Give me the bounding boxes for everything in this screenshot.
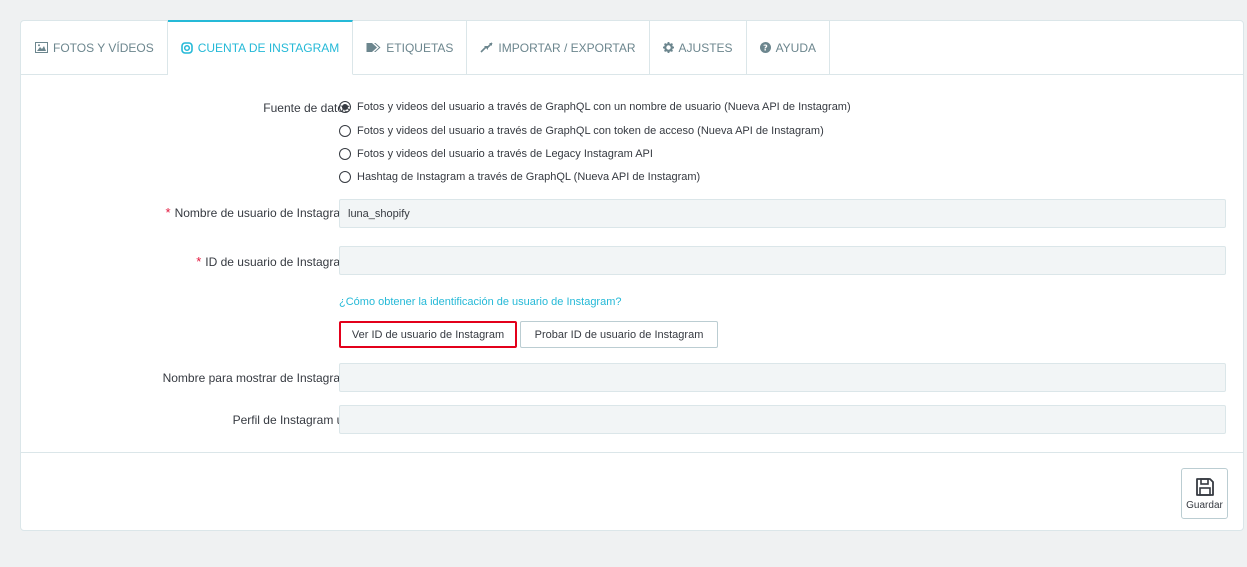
tab-instagram-account[interactable]: CUENTA DE INSTAGRAM [167,20,354,75]
tab-label: FOTOS Y VÍDEOS [53,40,154,55]
instagram-account-form: Fuente de datos Fotos y videos del usuar… [21,75,1243,453]
user-id-help-link[interactable]: ¿Cómo obtener la identificación de usuar… [339,296,622,308]
radio-button[interactable] [339,148,351,160]
radio-button[interactable] [339,101,351,113]
required-mark: * [196,254,202,269]
tag-icon [366,42,381,53]
data-source-option-graphql-token[interactable]: Fotos y videos del usuario a través de G… [339,125,824,137]
tab-tags[interactable]: ETIQUETAS [353,21,468,74]
username-label: * Nombre de usuario de Instagram [165,205,351,220]
profile-url-label: Perfil de Instagram url [232,413,350,427]
tab-label: AYUDA [775,40,817,55]
radio-button[interactable] [339,125,351,137]
radio-button[interactable] [339,171,351,183]
user-id-input[interactable] [339,246,1226,275]
test-user-id-button[interactable]: Probar ID de usuario de Instagram [520,321,718,348]
floppy-disk-icon [1195,477,1215,497]
tab-label: CUENTA DE INSTAGRAM [197,41,340,55]
instagram-icon [180,42,193,54]
svg-text:?: ? [763,44,768,53]
panel-footer: Guardar [21,452,1243,531]
tab-label: ETIQUETAS [386,40,454,55]
user-id-label: * ID de usuario de Instagram [196,254,350,269]
display-name-label: Nombre para mostrar de Instagram [162,371,350,385]
data-source-label: Fuente de datos [263,101,350,115]
tab-settings[interactable]: AJUSTES [650,21,747,74]
tab-help[interactable]: ? AYUDA [747,21,831,74]
gear-icon [662,42,674,53]
data-source-option-legacy-api[interactable]: Fotos y videos del usuario a través de L… [339,148,653,160]
view-user-id-button[interactable]: Ver ID de usuario de Instagram [339,321,517,348]
save-button-label: Guardar [1186,499,1223,511]
tab-bar: FOTOS Y VÍDEOS CUENTA DE INSTAGRAM ETIQU… [21,20,1243,75]
tab-photos-videos[interactable]: FOTOS Y VÍDEOS [21,21,168,74]
data-source-option-graphql-username[interactable]: Fotos y videos del usuario a través de G… [339,101,851,113]
tab-label: AJUSTES [678,40,733,55]
tab-label: IMPORTAR / EXPORTAR [498,40,636,55]
image-icon [35,42,48,53]
tab-import-export[interactable]: IMPORTAR / EXPORTAR [467,21,650,74]
profile-url-input[interactable] [339,405,1226,434]
instagram-settings-panel: FOTOS Y VÍDEOS CUENTA DE INSTAGRAM ETIQU… [20,20,1244,531]
question-icon: ? [759,42,771,53]
display-name-input[interactable] [339,363,1226,392]
data-source-option-hashtag[interactable]: Hashtag de Instagram a través de GraphQL… [339,171,700,183]
required-mark: * [165,205,171,220]
import-export-icon [480,42,493,53]
username-input[interactable] [339,199,1226,228]
save-button[interactable]: Guardar [1181,468,1228,519]
